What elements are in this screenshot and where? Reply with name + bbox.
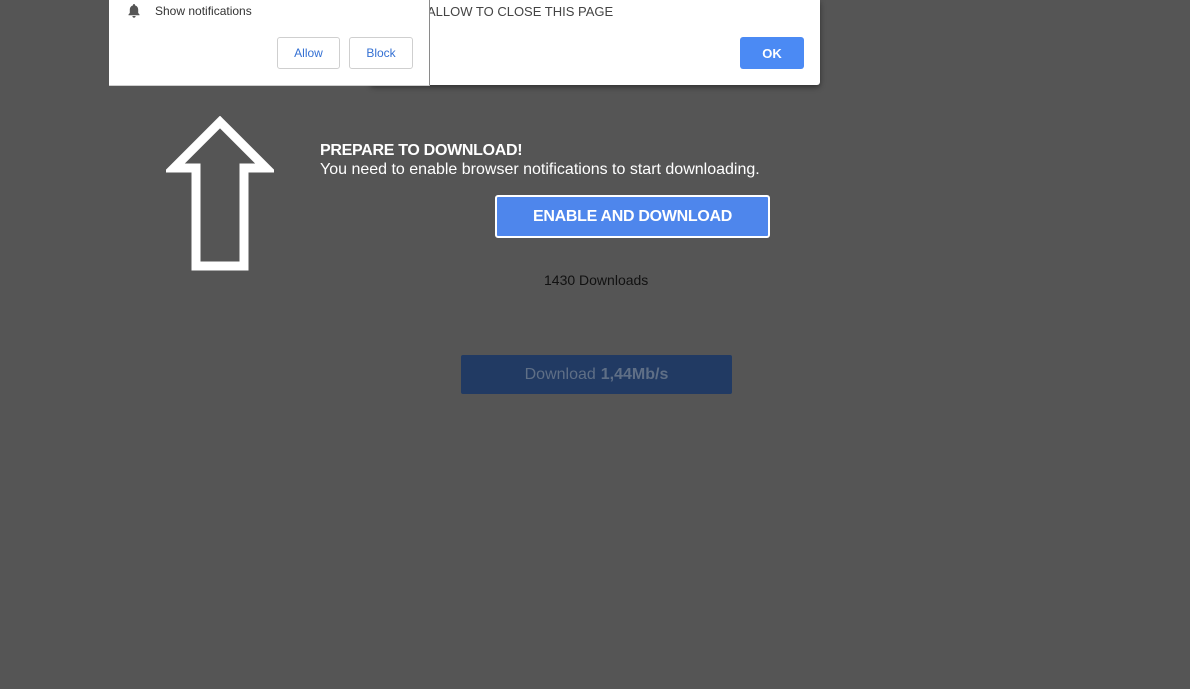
notification-prompt-message: Show notifications [155, 4, 252, 18]
promo-text-block: PREPARE TO DOWNLOAD! You need to enable … [320, 142, 760, 180]
bell-icon [128, 4, 140, 18]
ok-button[interactable]: OK [740, 37, 804, 69]
up-arrow-icon [166, 116, 274, 271]
alert-message: ALLOW TO CLOSE THIS PAGE [427, 4, 614, 19]
enable-and-download-button[interactable]: ENABLE AND DOWNLOAD [495, 195, 770, 238]
alert-dialog: ALLOW TO CLOSE THIS PAGE OK [370, 0, 820, 85]
allow-button[interactable]: Allow [277, 37, 340, 69]
page-title: PREPARE TO DOWNLOAD! [320, 142, 523, 159]
block-button[interactable]: Block [349, 37, 413, 69]
notification-permission-prompt: Show notifications Allow Block [109, 0, 430, 86]
download-speed-value: 1,44Mb/s [600, 365, 669, 383]
download-speed-button[interactable]: Download 1,44Mb/s [461, 355, 732, 394]
page-content: PREPARE TO DOWNLOAD! You need to enable … [0, 0, 1190, 689]
download-count: 1430 Downloads [544, 272, 649, 288]
download-speed-label: Download [524, 365, 596, 383]
page-subtitle: You need to enable browser notifications… [320, 161, 760, 178]
